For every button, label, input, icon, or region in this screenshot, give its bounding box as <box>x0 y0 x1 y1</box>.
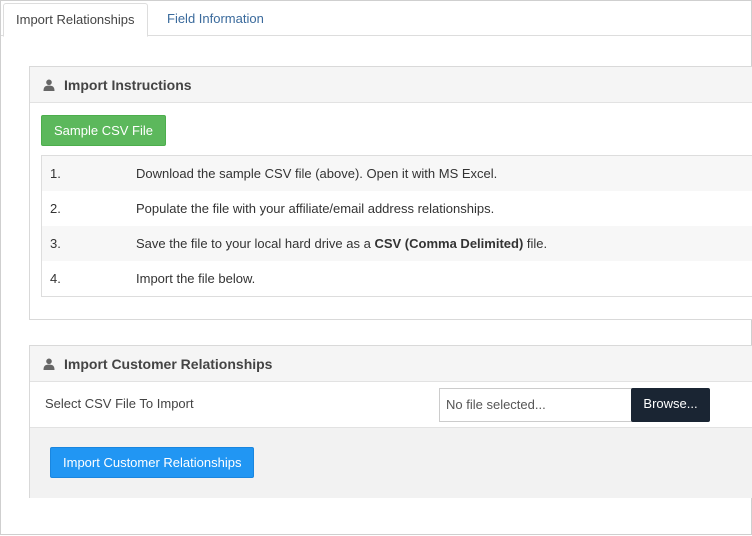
table-row: 4. Import the file below. <box>42 261 752 296</box>
step-text: Import the file below. <box>136 271 256 286</box>
panel-title: Import Customer Relationships <box>64 355 273 372</box>
tab-import-relationships[interactable]: Import Relationships <box>3 3 148 37</box>
step-number: 2. <box>50 201 61 216</box>
step-text-before: Save the file to your local hard drive a… <box>136 236 375 251</box>
panel-footer: Import Customer Relationships <box>30 427 752 498</box>
step-text: Populate the file with your affiliate/em… <box>136 201 495 216</box>
step-text-after: file. <box>523 236 548 251</box>
file-select-row: Select CSV File To Import No file select… <box>30 383 752 425</box>
table-row: 2. Populate the file with your affiliate… <box>42 191 752 226</box>
file-input[interactable]: No file selected... <box>439 388 640 422</box>
import-customer-header: Import Customer Relationships <box>30 346 752 382</box>
import-instructions-panel: Import Instructions Sample CSV File 1. D… <box>29 66 752 320</box>
tab-field-information[interactable]: Field Information <box>155 3 276 35</box>
instruction-steps-table: 1. Download the sample CSV file (above).… <box>41 155 752 297</box>
browse-button[interactable]: Browse... <box>631 388 710 422</box>
step-number: 1. <box>50 166 61 181</box>
table-row: 1. Download the sample CSV file (above).… <box>42 156 752 191</box>
step-number: 3. <box>50 236 61 251</box>
user-icon <box>43 358 55 370</box>
step-text: Download the sample CSV file (above). Op… <box>136 166 498 181</box>
step-text-bold: CSV (Comma Delimited) <box>374 236 524 251</box>
table-row: 3. Save the file to your local hard driv… <box>42 226 752 261</box>
panel-title: Import Instructions <box>64 76 192 93</box>
import-customer-relationships-button[interactable]: Import Customer Relationships <box>50 447 255 478</box>
import-customer-panel: Import Customer Relationships Select CSV… <box>29 345 752 498</box>
tab-bar: Import Relationships Field Information <box>1 1 751 37</box>
sample-csv-button[interactable]: Sample CSV File <box>41 115 166 146</box>
step-text: Save the file to your local hard drive a… <box>136 236 547 251</box>
file-field-label: Select CSV File To Import <box>45 396 194 411</box>
user-icon <box>43 79 55 91</box>
app-window: Import Relationships Field Information I… <box>0 0 752 535</box>
import-instructions-header: Import Instructions <box>30 67 752 103</box>
step-number: 4. <box>50 271 61 286</box>
